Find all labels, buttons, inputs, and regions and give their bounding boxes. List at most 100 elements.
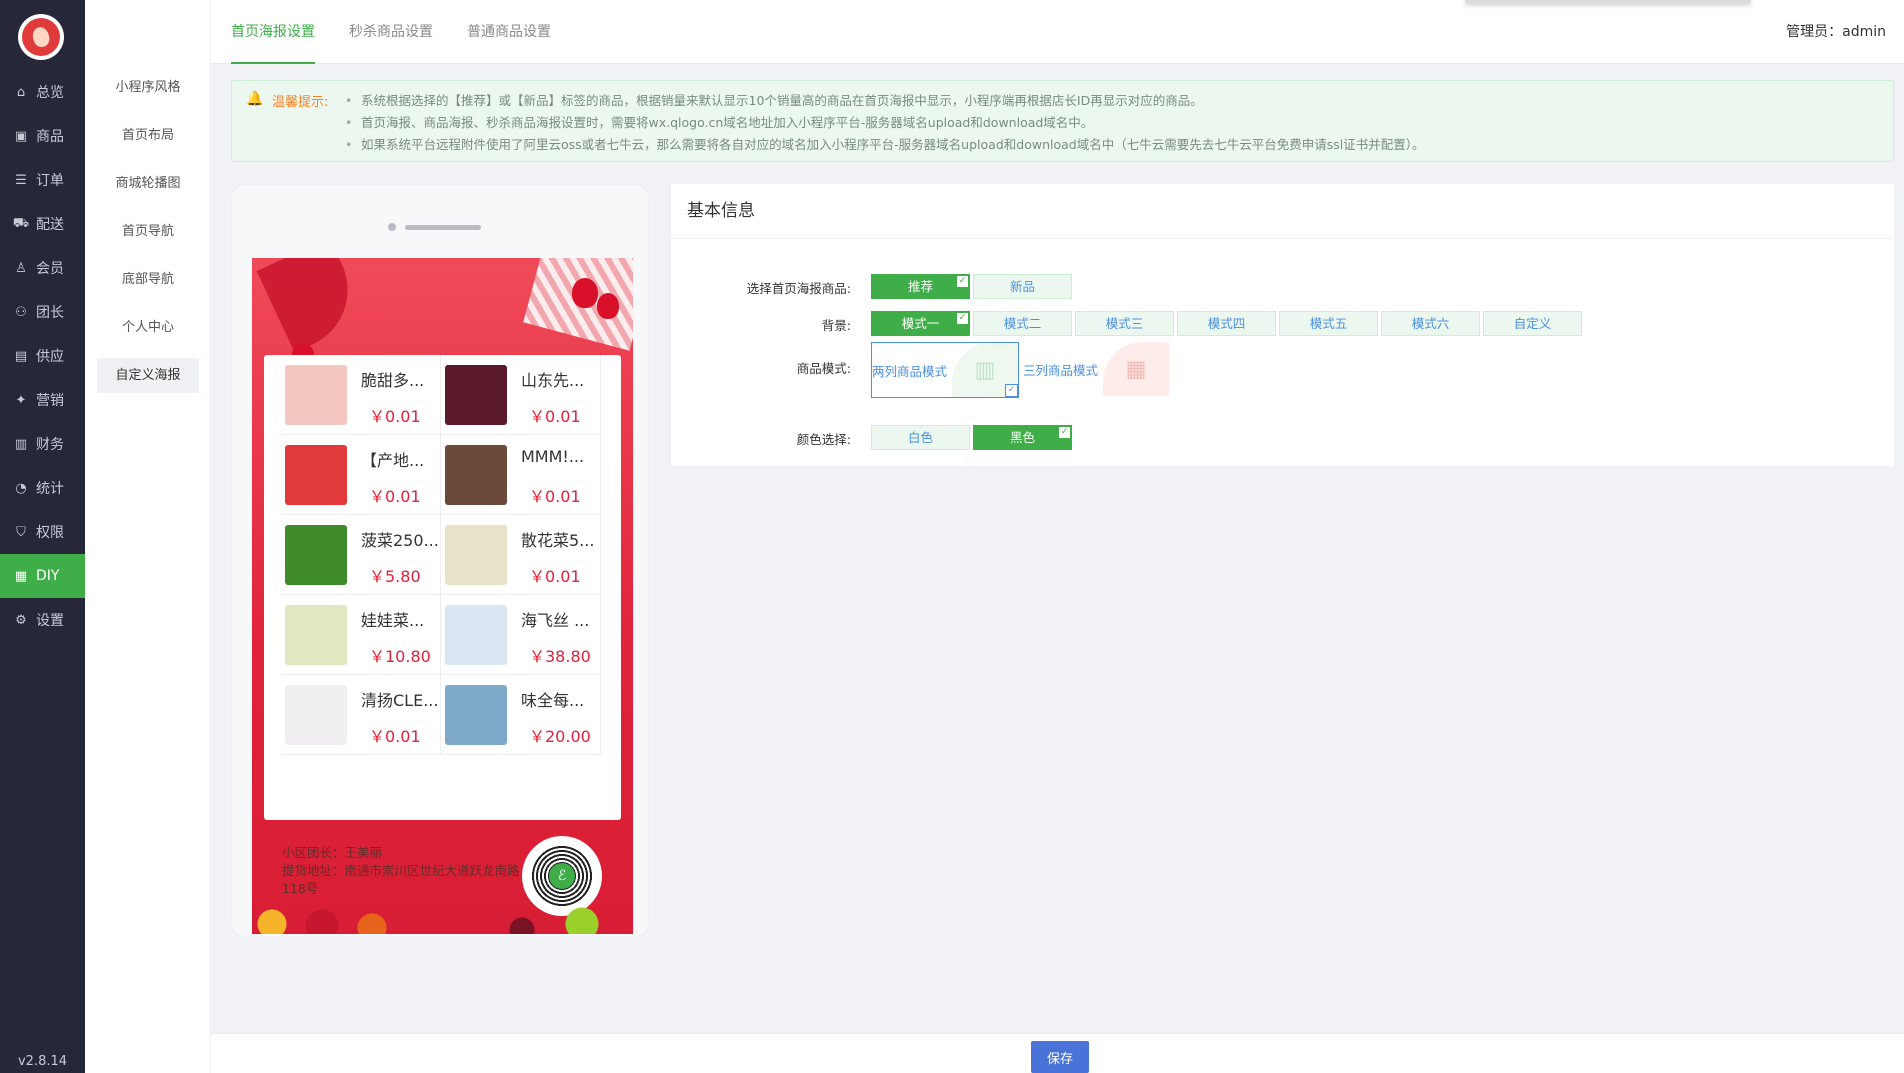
sidebar-item-shield[interactable]: ⛉ 权限 — [0, 510, 85, 554]
background-option-label: 模式六 — [1411, 316, 1450, 331]
subnav-item[interactable]: 首页导航 — [97, 214, 199, 249]
order-icon: ☰ — [15, 172, 27, 188]
address-text: 提货地址：南通市崇川区世纪大道跃龙南路118号 — [282, 863, 520, 896]
admin-name: admin — [1842, 24, 1886, 40]
sidebar-item-chart[interactable]: ◔ 统计 — [0, 466, 85, 510]
subnav-item[interactable]: 商城轮播图 — [97, 166, 199, 201]
sidebar-item-label: 财务 — [36, 437, 64, 453]
sidebar-item-supply[interactable]: ▤ 供应 — [0, 334, 85, 378]
version-label: v2.8.14 — [17, 1054, 68, 1069]
user-icon: ♙ — [15, 260, 27, 276]
sidebar-item-label: 订单 — [36, 173, 64, 189]
tab-item[interactable]: 普通商品设置 — [467, 0, 551, 64]
background-option[interactable]: 模式四 — [1177, 311, 1276, 336]
dropdown-shadow — [1465, 0, 1751, 3]
apple-logo-icon[interactable] — [18, 14, 64, 60]
background-option[interactable]: 模式三 — [1075, 311, 1174, 336]
sidebar-item-home[interactable]: ⌂ 总览 — [0, 70, 85, 114]
background-option[interactable]: 模式五 — [1279, 311, 1378, 336]
sidebar-item-label: 营销 — [36, 393, 64, 409]
subnav-item[interactable]: 自定义海报 — [97, 358, 199, 393]
product-price: ￥0.01 — [369, 487, 421, 506]
sidebar-item-label: 设置 — [36, 613, 64, 629]
phone-preview: 脆甜多... ￥0.01 山东先... ￥0.01 【产地... ￥0.01 MMM!...… — [231, 184, 649, 937]
background-option-label: 模式一 — [901, 316, 940, 331]
save-button[interactable]: 保存 — [1031, 1041, 1089, 1073]
admin-info[interactable]: 管理员：admin — [1786, 0, 1886, 64]
product-cell: 海飞丝 ... ￥38.80 — [441, 595, 601, 675]
background-label: 背景: — [821, 318, 851, 333]
product-image — [445, 365, 507, 425]
color-option[interactable]: 黑色 ✓ — [973, 425, 1072, 450]
sidebar-item-gift[interactable]: ✦ 营销 — [0, 378, 85, 422]
mode-option[interactable]: 两列商品模式 ▥ ✓ — [871, 342, 1019, 398]
product-name: 【产地... — [361, 451, 425, 470]
strawberry-decoration — [572, 278, 598, 308]
mode-option-label: 两列商品模式 — [872, 364, 948, 379]
sidebar-item-gear[interactable]: ⚙ 设置 — [0, 598, 85, 642]
sidebar-item-delivery[interactable]: ⛟ 配送 — [0, 202, 85, 246]
background-option[interactable]: 自定义 — [1483, 311, 1582, 336]
product-cell: 脆甜多... ￥0.01 — [281, 355, 441, 435]
notice-box: 🔔 温馨提示: 系统根据选择的【推荐】或【新品】标签的商品，根据销量来默认显示1… — [231, 80, 1894, 162]
admin-label: 管理员： — [1786, 24, 1843, 40]
product-cell: 味全每... ￥20.00 — [441, 675, 601, 755]
color-label: 颜色选择: — [796, 432, 851, 447]
chart-icon: ◔ — [15, 480, 27, 496]
background-option[interactable]: 模式二 — [973, 311, 1072, 336]
background-option-label: 模式二 — [1003, 316, 1042, 331]
sidebar-item-finance[interactable]: ▥ 财务 — [0, 422, 85, 466]
sidebar-item-label: 会员 — [36, 261, 64, 277]
product-name: 菠菜250... — [361, 531, 439, 550]
mode-option[interactable]: 三列商品模式 ▦ — [1023, 342, 1171, 398]
gear-icon: ⚙ — [15, 612, 27, 628]
product-option[interactable]: 推荐 ✓ — [871, 274, 970, 299]
mode-label: 商品模式: — [796, 361, 851, 376]
check-icon: ✓ — [956, 275, 969, 288]
product-cell: 娃娃菜... ￥10.80 — [281, 595, 441, 675]
product-price: ￥0.01 — [529, 487, 581, 506]
product-image — [285, 365, 347, 425]
notice-item: 首页海报、商品海报、秒杀商品海报设置时，需要将wx.qlogo.cn域名地址加入… — [345, 112, 1424, 134]
mode-option-label: 三列商品模式 — [1023, 363, 1099, 378]
sidebar-item-leader[interactable]: ⚇ 团长 — [0, 290, 85, 334]
product-name: 脆甜多... — [361, 371, 425, 390]
sidebar-item-label: 团长 — [36, 305, 64, 321]
top-bar: 首页海报设置 秒杀商品设置 普通商品设置 管理员：admin — [211, 0, 1904, 64]
product-name: 清扬CLE... — [361, 691, 439, 710]
product-cell: 散花菜5... ￥0.01 — [441, 515, 601, 595]
color-option-label: 黑色 — [1009, 430, 1035, 445]
product-option[interactable]: 新品 — [973, 274, 1072, 299]
sidebar-item-diy[interactable]: ▦ DIY — [0, 554, 85, 598]
product-price: ￥0.01 — [369, 407, 421, 426]
sidebar-item-label: 配送 — [36, 217, 64, 233]
background-option-label: 模式三 — [1105, 316, 1144, 331]
subnav-item[interactable]: 底部导航 — [97, 262, 199, 297]
sidebar-item-shop[interactable]: ▣ 商品 — [0, 114, 85, 158]
subnav-item[interactable]: 个人中心 — [97, 310, 199, 345]
sidebar-item-label: DIY — [36, 568, 60, 584]
background-option-label: 自定义 — [1513, 316, 1552, 331]
product-cell: 清扬CLE... ￥0.01 — [281, 675, 441, 755]
background-option-label: 模式四 — [1207, 316, 1246, 331]
subnav-item[interactable]: 首页布局 — [97, 118, 199, 153]
phone-camera — [388, 223, 396, 231]
notice-list: 系统根据选择的【推荐】或【新品】标签的商品，根据销量来默认显示10个销量高的商品… — [345, 90, 1424, 156]
product-name: 娃娃菜... — [361, 611, 425, 630]
product-image — [445, 685, 507, 745]
check-icon: ✓ — [1058, 426, 1071, 439]
sidebar-nav: ⌂ 总览 ▣ 商品 ☰ 订单 ⛟ 配送 ♙ 会员 ⚇ 团长 ▤ 供应 ✦ 营销 ▥ 财务 ◔ 统计 ⛉ 权限 ▦ DIY ⚙ 设置 — [0, 70, 85, 642]
notice-item: 如果系统平台远程附件使用了阿里云oss或者七牛云，那么需要将各自对应的域名加入小… — [345, 134, 1424, 156]
supply-icon: ▤ — [14, 348, 28, 364]
product-image — [285, 605, 347, 665]
subnav-item[interactable]: 小程序风格 — [97, 70, 199, 105]
sidebar-item-user[interactable]: ♙ 会员 — [0, 246, 85, 290]
sidebar-item-order[interactable]: ☰ 订单 — [0, 158, 85, 202]
sidebar-item-label: 总览 — [36, 85, 64, 101]
notice-title: 温馨提示: — [272, 95, 329, 110]
tab-item[interactable]: 秒杀商品设置 — [349, 0, 433, 64]
background-option[interactable]: 模式六 — [1381, 311, 1480, 336]
color-option[interactable]: 白色 — [871, 425, 970, 450]
tab-item[interactable]: 首页海报设置 — [231, 0, 315, 64]
background-option[interactable]: 模式一 ✓ — [871, 311, 970, 336]
